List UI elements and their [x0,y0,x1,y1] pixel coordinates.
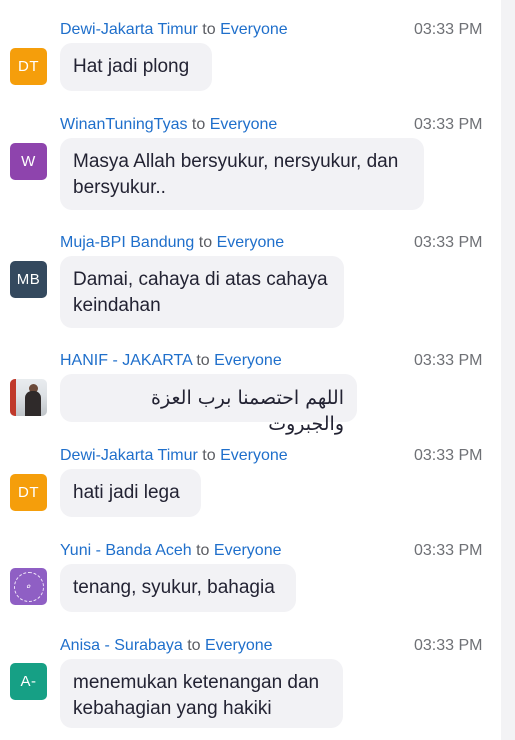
message-text: menemukan ketenangan dan kebahagian yang… [73,672,320,719]
chat-message: WinanTuningTyas to Everyone 03:33 PM W M… [0,115,500,215]
sender-name[interactable]: Dewi-Jakarta Timur [60,447,198,464]
message-header: Dewi-Jakarta Timur to Everyone [60,446,288,466]
photo-stripe [10,379,16,416]
message-header: WinanTuningTyas to Everyone [60,115,277,135]
message-time: 03:33 PM [414,352,483,369]
scrollbar-thumb[interactable] [504,0,512,740]
avatar-initials: A- [20,673,37,690]
message-header: Yuni - Banda Aceh to Everyone [60,541,282,561]
avatar-initials: MB [16,271,41,288]
profile-photo-avatar [10,379,47,416]
to-label: to [202,447,216,464]
badge-ring-icon: ✿ [13,571,44,602]
avatar: A- [10,663,47,700]
message-bubble[interactable]: Hat jadi plong [60,43,212,91]
sender-name[interactable]: Dewi-Jakarta Timur [60,21,198,38]
message-header: HANIF - JAKARTA to Everyone [60,351,282,371]
recipient-name[interactable]: Everyone [220,21,288,38]
message-header: Anisa - Surabaya to Everyone [60,636,273,656]
message-text: hati jadi lega [73,482,180,503]
message-bubble[interactable]: menemukan ketenangan dan kebahagian yang… [60,659,343,728]
message-text: اللهم احتصمنا برب العزة والجبروت [151,387,344,435]
message-time: 03:33 PM [414,234,483,251]
avatar-initials: DT [18,58,39,75]
avatar-initials: DT [18,484,39,501]
sender-name[interactable]: Yuni - Banda Aceh [60,542,192,559]
recipient-name[interactable]: Everyone [217,234,285,251]
photo-person [25,391,41,416]
scrollbar[interactable] [501,0,515,740]
avatar: MB [10,261,47,298]
message-bubble[interactable]: Masya Allah bersyukur, nersyukur, dan be… [60,138,424,210]
logo-badge-avatar: ✿ [10,568,47,605]
to-label: to [198,234,213,251]
message-bubble[interactable]: tenang, syukur, bahagia [60,564,296,612]
sender-name[interactable]: Muja-BPI Bandung [60,234,194,251]
to-label: to [187,637,201,654]
chat-message: Muja-BPI Bandung to Everyone 03:33 PM MB… [0,233,500,333]
message-text: Damai, cahaya di atas cahaya keindahan [73,269,328,316]
recipient-name[interactable]: Everyone [220,447,288,464]
chat-message: Dewi-Jakarta Timur to Everyone 03:33 PM … [0,20,500,95]
avatar-initials: W [21,153,36,170]
avatar: DT [10,48,47,85]
message-time: 03:33 PM [414,542,483,559]
to-label: to [196,542,210,559]
message-header: Dewi-Jakarta Timur to Everyone [60,20,288,40]
message-text: Masya Allah bersyukur, nersyukur, dan be… [73,151,399,198]
message-bubble[interactable]: Damai, cahaya di atas cahaya keindahan [60,256,344,328]
chat-message: Anisa - Surabaya to Everyone 03:33 PM A-… [0,636,500,736]
message-time: 03:33 PM [414,637,483,654]
recipient-name[interactable]: Everyone [205,637,273,654]
recipient-name[interactable]: Everyone [214,352,282,369]
sender-name[interactable]: Anisa - Surabaya [60,637,183,654]
to-label: to [191,116,206,133]
message-bubble[interactable]: hati jadi lega [60,469,201,517]
to-label: to [196,352,210,369]
chat-message: Dewi-Jakarta Timur to Everyone 03:33 PM … [0,446,500,521]
chat-message: Yuni - Banda Aceh to Everyone 03:33 PM ✿… [0,541,500,616]
avatar: DT [10,474,47,511]
message-header: Muja-BPI Bandung to Everyone [60,233,284,253]
message-text: Hat jadi plong [73,56,190,77]
recipient-name[interactable]: Everyone [210,116,278,133]
sender-name[interactable]: HANIF - JAKARTA [60,352,192,369]
message-text: tenang, syukur, bahagia [73,577,275,598]
to-label: to [202,21,216,38]
recipient-name[interactable]: Everyone [214,542,282,559]
message-time: 03:33 PM [414,116,483,133]
sender-name[interactable]: WinanTuningTyas [60,116,187,133]
message-time: 03:33 PM [414,447,483,464]
message-bubble[interactable]: اللهم احتصمنا برب العزة والجبروت [60,374,357,435]
message-time: 03:33 PM [414,21,483,38]
avatar: W [10,143,47,180]
chat-message: HANIF - JAKARTA to Everyone 03:33 PM الل… [0,351,500,435]
chat-message-list[interactable]: Dewi-Jakarta Timur to Everyone 03:33 PM … [0,0,500,740]
